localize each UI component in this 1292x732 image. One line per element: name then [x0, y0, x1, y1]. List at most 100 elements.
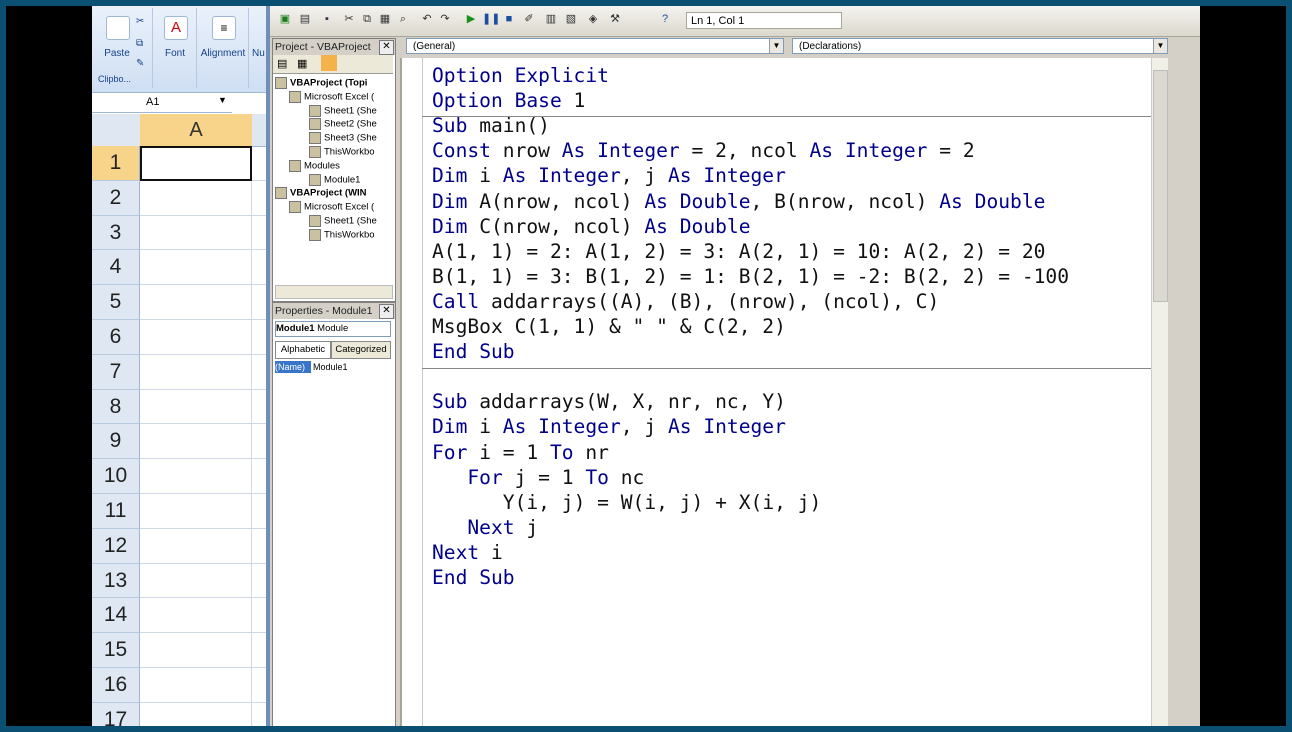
row-header[interactable]: 8: [92, 389, 140, 425]
cell[interactable]: [140, 424, 252, 460]
cell[interactable]: [140, 180, 252, 216]
cell[interactable]: [140, 215, 252, 251]
project-tree-item[interactable]: Microsoft Excel (: [289, 90, 374, 103]
save-icon[interactable]: ▪: [320, 12, 334, 26]
close-icon[interactable]: ✕: [379, 304, 394, 319]
row-header[interactable]: 4: [92, 250, 140, 286]
design-mode-icon[interactable]: ✐: [522, 12, 536, 26]
cell[interactable]: [140, 702, 252, 726]
row-header[interactable]: 12: [92, 528, 140, 564]
project-tree-item[interactable]: VBAProject (WIN: [275, 187, 367, 200]
redo-icon[interactable]: ↷: [438, 12, 452, 26]
cell[interactable]: [140, 459, 252, 494]
cell[interactable]: [140, 389, 252, 425]
code-line[interactable]: Call addarrays((A), (B), (nrow), (ncol),…: [432, 290, 939, 313]
row-header[interactable]: 5: [92, 285, 140, 320]
code-line[interactable]: Dim A(nrow, ncol) As Double, B(nrow, nco…: [432, 190, 1045, 213]
row-header[interactable]: 16: [92, 668, 140, 703]
code-line[interactable]: Next j: [432, 516, 538, 539]
code-line[interactable]: Dim C(nrow, ncol) As Double: [432, 215, 751, 238]
code-line[interactable]: For j = 1 To nc: [432, 466, 644, 489]
vertical-scrollbar[interactable]: [1151, 58, 1168, 726]
cell[interactable]: [140, 285, 252, 320]
number-button[interactable]: Nu: [252, 48, 265, 59]
active-cell[interactable]: [140, 146, 252, 181]
help-icon[interactable]: ?: [658, 12, 672, 26]
properties-icon[interactable]: ▧: [564, 12, 578, 26]
cell[interactable]: [140, 354, 252, 390]
format-painter-icon[interactable]: ✎: [136, 58, 144, 69]
cell[interactable]: [140, 528, 252, 564]
paste-icon[interactable]: ▦: [378, 12, 392, 26]
excel-icon[interactable]: ▣: [278, 12, 292, 26]
copy-icon[interactable]: ⧉: [360, 12, 374, 26]
procedure-combo[interactable]: (Declarations) ▼: [792, 38, 1168, 54]
row-header[interactable]: 2: [92, 180, 140, 216]
paste-icon[interactable]: [106, 16, 130, 40]
code-line[interactable]: Dim i As Integer, j As Integer: [432, 164, 786, 187]
close-icon[interactable]: ✕: [379, 40, 394, 55]
cell[interactable]: [140, 320, 252, 355]
reset-icon[interactable]: ■: [502, 12, 516, 26]
project-tree-item[interactable]: Sheet1 (She: [309, 104, 377, 117]
chevron-down-icon[interactable]: ▼: [769, 39, 783, 53]
run-icon[interactable]: ▶: [464, 12, 478, 26]
row-header[interactable]: 11: [92, 494, 140, 529]
code-margin[interactable]: [402, 58, 423, 726]
row-header[interactable]: 6: [92, 320, 140, 355]
code-line[interactable]: End Sub: [432, 340, 515, 363]
toggle-folders-icon[interactable]: [321, 55, 337, 71]
undo-icon[interactable]: ↶: [420, 12, 434, 26]
code-line[interactable]: Y(i, j) = W(i, j) + X(i, j): [432, 491, 822, 514]
code-line[interactable]: B(1, 1) = 3: B(1, 2) = 1: B(2, 1) = -2: …: [432, 265, 1069, 288]
font-button[interactable]: Font: [160, 48, 190, 59]
align-icon[interactable]: ≡: [212, 16, 236, 40]
find-icon[interactable]: ⌕: [396, 12, 410, 26]
code-line[interactable]: Option Base 1: [432, 89, 585, 112]
object-combo[interactable]: (General) ▼: [406, 38, 784, 54]
code-line[interactable]: Sub addarrays(W, X, nr, nc, Y): [432, 390, 786, 413]
row-header[interactable]: 17: [92, 702, 140, 726]
insert-icon[interactable]: ▤: [298, 12, 312, 26]
project-tree-item[interactable]: ThisWorkbo: [309, 146, 375, 158]
code-line[interactable]: End Sub: [432, 566, 515, 589]
cell[interactable]: [140, 250, 252, 286]
tab-alphabetic[interactable]: Alphabetic: [275, 341, 331, 359]
scrollbar-thumb[interactable]: [1153, 70, 1168, 302]
cell[interactable]: [140, 633, 252, 668]
column-header-a[interactable]: A: [140, 114, 253, 147]
code-window[interactable]: Option Explicit Option Base 1 Sub main() Co…: [400, 58, 1168, 726]
cell[interactable]: [140, 668, 252, 703]
row-header[interactable]: 1: [92, 146, 140, 181]
project-tree-item[interactable]: ThisWorkbo: [309, 228, 375, 241]
code-line[interactable]: Next i: [432, 541, 503, 564]
project-tree-item[interactable]: Sheet3 (She: [309, 132, 377, 145]
object-browser-icon[interactable]: ◈: [586, 12, 600, 26]
row-header[interactable]: 10: [92, 459, 140, 494]
code-line[interactable]: MsgBox C(1, 1) & " " & C(2, 2): [432, 315, 786, 338]
code-line[interactable]: Const nrow As Integer = 2, ncol As Integ…: [432, 139, 975, 162]
project-tree-item[interactable]: Sheet1 (She: [309, 215, 377, 227]
code-line[interactable]: A(1, 1) = 2: A(1, 2) = 3: A(2, 1) = 10: …: [432, 240, 1045, 263]
row-header[interactable]: 15: [92, 633, 140, 668]
code-line[interactable]: Option Explicit: [432, 64, 609, 87]
row-header[interactable]: 9: [92, 424, 140, 460]
code-line[interactable]: Sub main(): [432, 114, 550, 137]
row-header[interactable]: 3: [92, 215, 140, 251]
break-icon[interactable]: ❚❚: [482, 12, 500, 26]
chevron-down-icon[interactable]: ▼: [1153, 39, 1167, 53]
project-tree-item[interactable]: Modules: [289, 159, 340, 172]
object-selector[interactable]: Module1 Module: [275, 321, 391, 337]
project-tree-item[interactable]: VBAProject (Topi: [275, 77, 367, 89]
project-tree-item[interactable]: Microsoft Excel (: [289, 201, 374, 214]
view-object-icon[interactable]: ▦: [297, 57, 307, 70]
cell[interactable]: [140, 598, 252, 634]
row-header[interactable]: 7: [92, 354, 140, 390]
paste-button[interactable]: Paste: [102, 48, 132, 59]
cut-icon[interactable]: ✂: [342, 12, 356, 26]
cell[interactable]: [140, 563, 252, 599]
view-code-icon[interactable]: ▤: [277, 57, 287, 70]
row-header[interactable]: 14: [92, 598, 140, 634]
name-box[interactable]: A1 ▼: [92, 94, 232, 113]
project-tree-item[interactable]: Module1: [309, 173, 360, 186]
